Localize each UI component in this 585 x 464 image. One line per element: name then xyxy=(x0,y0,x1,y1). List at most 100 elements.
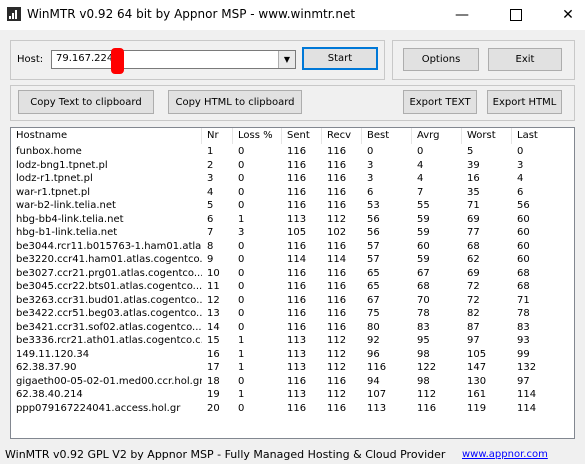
table-row[interactable]: hbg-bb4-link.telia.net 6 1 113 112 56 59 69 60 xyxy=(11,213,574,227)
cell-avrg: 98 xyxy=(417,375,430,387)
options-button[interactable]: Options xyxy=(403,48,479,71)
close-icon: ✕ xyxy=(562,7,574,23)
cell-loss: 1 xyxy=(238,389,245,400)
cell-sent: 116 xyxy=(287,375,307,387)
cell-best: 56 xyxy=(367,227,380,238)
column-header-avrg[interactable]: Avrg xyxy=(412,128,462,144)
table-row[interactable]: hbg-b1-link.telia.net 7 3 105 102 56 59 77 60 xyxy=(11,226,574,240)
cell-last: 114 xyxy=(517,402,537,414)
status-text: WinMTR v0.92 GPL V2 by Appnor MSP - Full… xyxy=(5,448,446,461)
cell-avrg: 59 xyxy=(417,227,430,238)
table-row[interactable]: war-r1.tpnet.pl 4 0 116 116 6 7 35 6 xyxy=(11,186,574,200)
table-header: Hostname Nr Loss % Sent Recv Best Avrg Worst Las… xyxy=(11,128,574,144)
cell-sent: 116 xyxy=(287,308,307,319)
cell-avrg: 59 xyxy=(417,213,430,225)
column-header-last[interactable]: Last xyxy=(512,128,574,144)
results-table[interactable]: Hostname Nr Loss % Sent Recv Best Avrg Worst Las… xyxy=(10,127,575,439)
table-row[interactable]: war-b2-link.telia.net 5 0 116 116 53 55 71 56 xyxy=(11,199,574,213)
start-button[interactable]: Start xyxy=(302,47,378,70)
table-row[interactable]: be3263.ccr31.bud01.atlas.cogentco.... 12 0… xyxy=(11,294,574,308)
table-row[interactable]: 149.11.120.34 16 1 113 112 96 98 105 99 xyxy=(11,348,574,362)
table-row[interactable]: be3421.ccr31.sof02.atlas.cogentco.... 14 0… xyxy=(11,321,574,335)
minimize-button[interactable]: — xyxy=(442,0,482,30)
cell-sent: 113 xyxy=(287,389,307,400)
export-html-button[interactable]: Export HTML xyxy=(487,90,562,114)
cell-hostname: be3421.ccr31.sof02.atlas.cogentco.... xyxy=(16,321,202,333)
cell-avrg: 83 xyxy=(417,321,430,333)
cell-hostname: ppp079167224041.access.hol.gr xyxy=(16,402,181,414)
cell-sent: 116 xyxy=(287,200,307,211)
appnor-link[interactable]: www.appnor.com xyxy=(462,449,548,460)
table-row[interactable]: lodz-bng1.tpnet.pl 2 0 116 116 3 4 39 3 xyxy=(11,159,574,173)
export-text-button[interactable]: Export TEXT xyxy=(403,90,477,114)
cell-recv: 116 xyxy=(327,308,347,319)
cell-recv: 116 xyxy=(327,281,347,292)
cell-nr: 6 xyxy=(207,213,214,225)
column-header-recv[interactable]: Recv xyxy=(322,128,362,144)
column-header-nr[interactable]: Nr xyxy=(202,128,233,144)
table-row[interactable]: 62.38.37.90 17 1 113 112 116 122 147 132 xyxy=(11,361,574,375)
cell-avrg: 112 xyxy=(417,389,437,400)
table-row[interactable]: funbox.home 1 0 116 116 0 0 5 0 xyxy=(11,145,574,159)
cell-hostname: be3263.ccr31.bud01.atlas.cogentco.... xyxy=(16,294,202,306)
cell-avrg: 95 xyxy=(417,335,430,346)
column-header-hostname[interactable]: Hostname xyxy=(11,128,202,144)
cell-avrg: 67 xyxy=(417,267,430,279)
cell-last: 97 xyxy=(517,375,530,387)
cell-last: 68 xyxy=(517,281,530,292)
table-row[interactable]: gigaeth00-05-02-01.med00.ccr.hol.gr 18 0 11… xyxy=(11,375,574,389)
cell-best: 3 xyxy=(367,173,374,184)
table-row[interactable]: be3220.ccr41.ham01.atlas.cogentco.... 9 0 1… xyxy=(11,253,574,267)
cell-recv: 116 xyxy=(327,173,347,184)
cell-hostname: hbg-b1-link.telia.net xyxy=(16,227,118,238)
column-header-best[interactable]: Best xyxy=(362,128,412,144)
cell-sent: 116 xyxy=(287,159,307,171)
cell-sent: 113 xyxy=(287,335,307,346)
cell-loss: 0 xyxy=(238,308,245,319)
maximize-button[interactable] xyxy=(496,0,536,30)
cell-loss: 3 xyxy=(238,227,245,238)
exit-button[interactable]: Exit xyxy=(488,48,562,71)
cell-best: 94 xyxy=(367,375,380,387)
cell-loss: 0 xyxy=(238,173,245,184)
cell-last: 60 xyxy=(517,213,530,225)
column-header-sent[interactable]: Sent xyxy=(282,128,322,144)
table-row[interactable]: be3045.ccr22.bts01.atlas.cogentco.... 11 0… xyxy=(11,280,574,294)
close-button[interactable]: ✕ xyxy=(548,0,585,30)
cell-hostname: be3027.ccr21.prg01.atlas.cogentco.... xyxy=(16,267,202,279)
chevron-down-icon[interactable]: ▼ xyxy=(278,51,295,68)
cell-sent: 113 xyxy=(287,362,307,373)
cell-worst: 105 xyxy=(467,348,487,360)
cell-hostname: be3220.ccr41.ham01.atlas.cogentco.... xyxy=(16,254,202,265)
cell-sent: 116 xyxy=(287,281,307,292)
table-row[interactable]: 62.38.40.214 19 1 113 112 107 112 161 114 xyxy=(11,388,574,402)
column-header-worst[interactable]: Worst xyxy=(462,128,512,144)
table-row[interactable]: ppp079167224041.access.hol.gr 20 0 116 116 11… xyxy=(11,402,574,416)
copy-html-button[interactable]: Copy HTML to clipboard xyxy=(168,90,302,114)
cell-last: 0 xyxy=(517,146,524,157)
table-row[interactable]: be3422.ccr51.beg03.atlas.cogentco.... 13 0… xyxy=(11,307,574,321)
host-input[interactable]: 79.167.224. ▼ xyxy=(51,48,296,74)
cell-sent: 116 xyxy=(287,240,307,252)
cell-sent: 116 xyxy=(287,267,307,279)
table-row[interactable]: be3027.ccr21.prg01.atlas.cogentco.... 10 0… xyxy=(11,267,574,281)
cell-loss: 0 xyxy=(238,281,245,292)
cell-avrg: 122 xyxy=(417,362,437,373)
column-header-loss[interactable]: Loss % xyxy=(233,128,282,144)
cell-worst: 69 xyxy=(467,213,480,225)
table-row[interactable]: lodz-r1.tpnet.pl 3 0 116 116 3 4 16 4 xyxy=(11,172,574,186)
cell-nr: 14 xyxy=(207,321,220,333)
cell-loss: 1 xyxy=(238,213,245,225)
cell-hostname: war-b2-link.telia.net xyxy=(16,200,116,211)
cell-last: 83 xyxy=(517,321,530,333)
cell-best: 96 xyxy=(367,348,380,360)
cell-worst: 72 xyxy=(467,281,480,292)
cell-last: 56 xyxy=(517,200,530,211)
table-row[interactable]: be3044.rcr11.b015763-1.ham01.atla... 8 0 11… xyxy=(11,240,574,254)
cell-hostname: war-r1.tpnet.pl xyxy=(16,186,91,198)
table-row[interactable]: be3336.rcr21.ath01.atlas.cogentco.c... 15… xyxy=(11,334,574,348)
host-value: 79.167.224. xyxy=(56,53,117,64)
cell-loss: 1 xyxy=(238,362,245,373)
cell-avrg: 59 xyxy=(417,254,430,265)
copy-text-button[interactable]: Copy Text to clipboard xyxy=(18,90,154,114)
